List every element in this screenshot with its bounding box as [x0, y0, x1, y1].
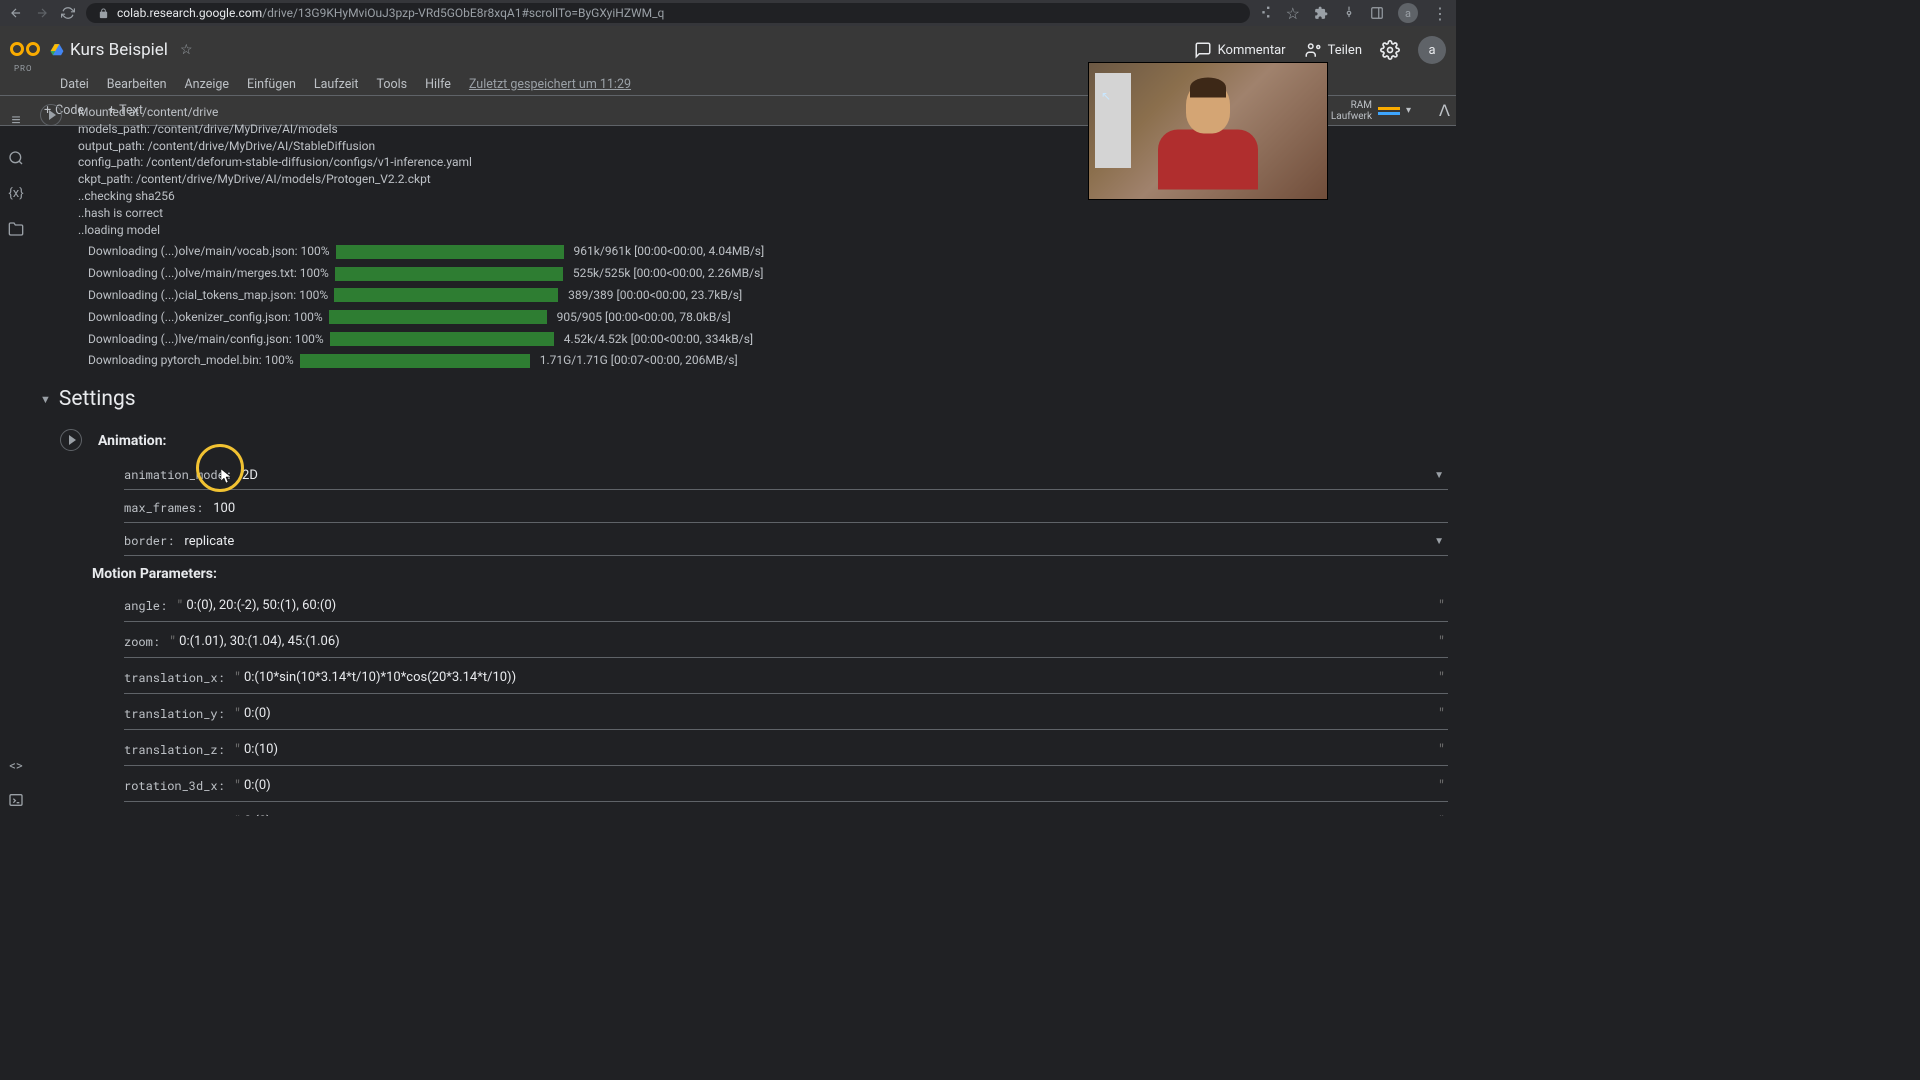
panel-icon[interactable] — [1370, 6, 1384, 20]
left-sidebar-bottom: <> — [0, 759, 32, 808]
translation-y-row: translation_y: "" — [124, 698, 1448, 730]
motion-heading: Motion Parameters: — [92, 566, 1448, 582]
rotation-3d-x-row: rotation_3d_x: "" — [124, 770, 1448, 802]
back-icon[interactable] — [8, 5, 24, 21]
browser-chrome: colab.research.google.com/drive/13G9KHyM… — [0, 0, 1456, 26]
lock-icon — [98, 8, 109, 19]
rotation-3d-y-row: rotation_3d_y: "" — [124, 806, 1448, 816]
border-row: border: replicate ▼ — [124, 527, 1448, 556]
cell-output-text: Mounted at /content/drive models_path: /… — [70, 104, 472, 238]
run-settings-button[interactable] — [60, 429, 82, 451]
animation-mode-row: animation_mode: 2D ▼ — [124, 461, 1448, 490]
extensions-icon[interactable] — [1314, 6, 1328, 20]
chevron-down-icon: ▼ — [1434, 470, 1444, 481]
left-sidebar: ≡ {x} — [0, 100, 32, 237]
zoom-input[interactable] — [179, 634, 1439, 649]
animation-mode-select[interactable]: 2D ▼ — [242, 468, 1448, 483]
angle-label: angle: — [124, 598, 167, 614]
terminal-icon[interactable] — [8, 792, 24, 808]
animation-mode-label: animation_mode: — [124, 467, 232, 483]
settings-title: Settings — [59, 387, 136, 411]
max-frames-row: max_frames: — [124, 494, 1448, 523]
folder-icon[interactable] — [8, 221, 24, 237]
translation-x-label: translation_x: — [124, 670, 225, 686]
zoom-row: zoom: "" — [124, 626, 1448, 658]
variables-icon[interactable]: {x} — [8, 186, 23, 201]
comment-button[interactable]: Kommentar — [1194, 41, 1286, 59]
rotation-3d-y-input[interactable] — [244, 814, 1439, 816]
run-cell-button[interactable] — [40, 104, 62, 126]
reload-icon[interactable] — [60, 5, 76, 21]
translation-z-row: translation_z: "" — [124, 734, 1448, 766]
border-select[interactable]: replicate ▼ — [184, 534, 1448, 549]
menu-hilfe[interactable]: Hilfe — [417, 75, 459, 94]
chevron-down-icon: ▼ — [1434, 536, 1444, 547]
translation-z-label: translation_z: — [124, 742, 225, 758]
max-frames-input[interactable] — [213, 501, 1448, 516]
share-button[interactable]: Teilen — [1304, 41, 1362, 59]
menu-datei[interactable]: Datei — [52, 75, 97, 94]
angle-row: angle: "" — [124, 590, 1448, 622]
incognito-icon[interactable] — [1342, 6, 1356, 20]
menu-laufzeit[interactable]: Laufzeit — [306, 75, 367, 94]
menu-anzeige[interactable]: Anzeige — [177, 75, 237, 94]
url-bar[interactable]: colab.research.google.com/drive/13G9KHyM… — [86, 3, 1250, 23]
colab-logo[interactable]: PRO — [10, 35, 40, 65]
user-avatar[interactable]: a — [1418, 36, 1446, 64]
translation-y-label: translation_y: — [124, 706, 225, 722]
progress-bars: Downloading (...)olve/main/vocab.json: 1… — [40, 243, 1448, 369]
translation-y-input[interactable] — [244, 706, 1439, 721]
comment-icon — [1194, 41, 1212, 59]
angle-input[interactable] — [186, 598, 1439, 613]
gear-icon[interactable] — [1380, 40, 1400, 60]
progress-row: Downloading (...)olve/main/merges.txt: 1… — [88, 265, 1448, 282]
saved-status: Zuletzt gespeichert um 11:29 — [461, 75, 639, 94]
star-icon[interactable]: ☆ — [180, 42, 193, 58]
rotation-3d-x-label: rotation_3d_x: — [124, 778, 225, 794]
collapse-triangle-icon[interactable]: ▼ — [40, 393, 51, 406]
drive-icon — [50, 43, 64, 57]
browser-menu-icon[interactable]: ⋮ — [1432, 4, 1448, 23]
url-path: /drive/13G9KHyMviOuJ3pzp-VRd5GObE8r8xqA1… — [262, 6, 664, 20]
menu-tools[interactable]: Tools — [369, 75, 416, 94]
url-host: colab.research.google.com — [117, 6, 262, 20]
rotation-3d-x-input[interactable] — [244, 778, 1439, 793]
document-title[interactable]: Kurs Beispiel ☆ — [50, 40, 193, 60]
webcam-overlay: ↖ — [1088, 62, 1328, 200]
browser-avatar[interactable]: a — [1398, 3, 1418, 23]
translate-icon[interactable]: ⠪ — [1260, 4, 1272, 23]
animation-heading: Animation: — [98, 433, 167, 449]
settings-form: Animation: animation_mode: 2D ▼ max_fram… — [40, 423, 1448, 816]
progress-row: Downloading pytorch_model.bin: 100%1.71G… — [88, 352, 1448, 369]
search-icon[interactable] — [8, 150, 24, 166]
code-snippets-icon[interactable]: <> — [9, 759, 22, 774]
translation-x-input[interactable] — [244, 670, 1439, 685]
border-label: border: — [124, 533, 174, 549]
progress-row: Downloading (...)cial_tokens_map.json: 1… — [88, 287, 1448, 304]
translation-x-row: translation_x: "" — [124, 662, 1448, 694]
max-frames-label: max_frames: — [124, 500, 203, 516]
settings-section-header[interactable]: ▼ Settings — [40, 387, 1448, 411]
rotation-3d-y-label: rotation_3d_y: — [124, 814, 225, 816]
toc-icon[interactable]: ≡ — [11, 110, 20, 130]
forward-icon[interactable] — [34, 5, 50, 21]
share-icon — [1304, 41, 1322, 59]
menu-einfuegen[interactable]: Einfügen — [239, 75, 304, 94]
translation-z-input[interactable] — [244, 742, 1439, 757]
bookmark-star-icon[interactable]: ☆ — [1286, 4, 1300, 23]
main-content: Mounted at /content/drive models_path: /… — [32, 100, 1456, 816]
progress-row: Downloading (...)olve/main/vocab.json: 1… — [88, 243, 1448, 260]
menu-bearbeiten[interactable]: Bearbeiten — [99, 75, 175, 94]
zoom-label: zoom: — [124, 634, 160, 650]
progress-row: Downloading (...)okenizer_config.json: 1… — [88, 309, 1448, 326]
progress-row: Downloading (...)lve/main/config.json: 1… — [88, 331, 1448, 348]
